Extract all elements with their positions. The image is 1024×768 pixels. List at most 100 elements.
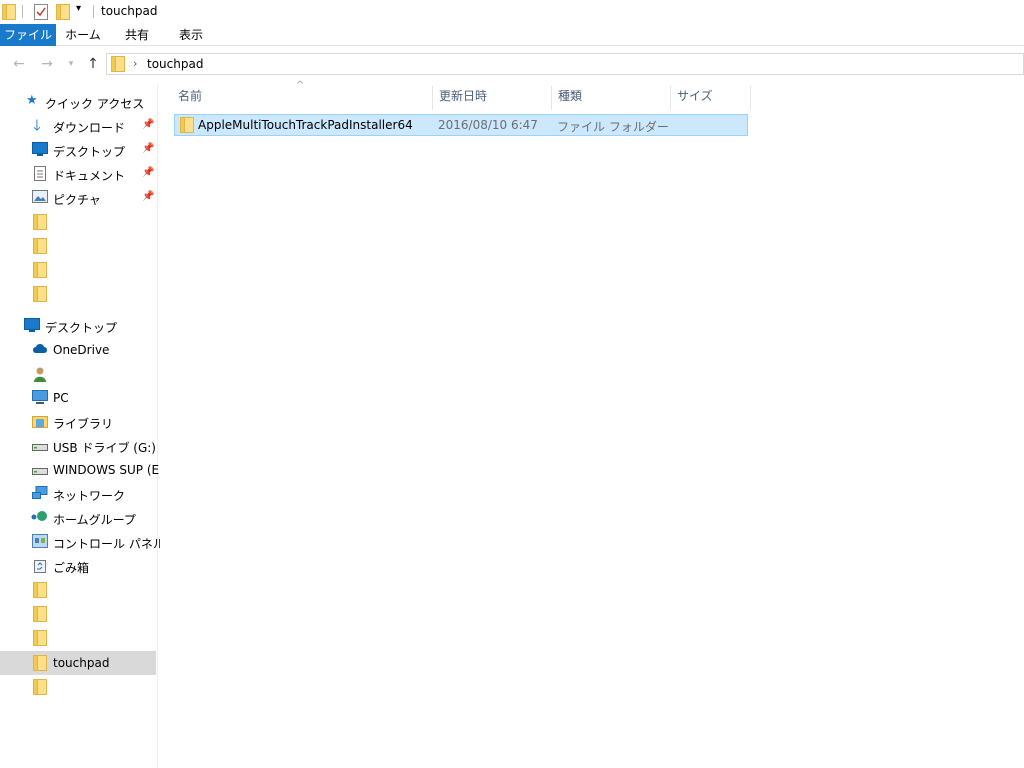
nav-item-documents[interactable]: ドキュメント 📌 — [0, 162, 156, 186]
properties-icon[interactable] — [34, 4, 48, 23]
nav-item-network[interactable]: ネットワーク — [0, 482, 156, 506]
document-icon — [34, 166, 46, 184]
nav-label: ネットワーク — [53, 489, 126, 503]
nav-item-recycle-bin[interactable]: ごみ箱 — [0, 554, 156, 578]
nav-item-onedrive[interactable]: OneDrive — [0, 338, 156, 362]
nav-item-folder[interactable] — [0, 626, 156, 650]
nav-item-folder[interactable] — [0, 578, 156, 602]
file-list: ^ 名前 更新日時 種類 サイズ AppleMultiTouchTrackPad… — [160, 80, 1024, 768]
network-icon — [32, 486, 48, 504]
file-date: 2016/08/10 6:47 — [438, 118, 538, 132]
nav-item-touchpad[interactable]: touchpad — [0, 651, 156, 675]
drive-icon — [32, 441, 48, 455]
nav-label: コントロール パネル — [53, 537, 165, 551]
back-arrow-icon[interactable]: ← — [10, 55, 28, 73]
folder-icon — [33, 655, 47, 674]
nav-item-folder[interactable] — [0, 675, 156, 699]
nav-quick-access[interactable]: ★ クイック アクセス — [0, 90, 156, 114]
nav-label: ピクチャ — [53, 193, 101, 207]
pin-icon[interactable]: 📌 — [142, 191, 154, 202]
nav-label: ホームグループ — [53, 513, 136, 527]
nav-item-downloads[interactable]: 🡓 ダウンロード 📌 — [0, 114, 156, 138]
nav-desktop-root[interactable]: デスクトップ — [0, 314, 156, 338]
drive-icon — [32, 465, 48, 479]
folder-icon — [33, 630, 47, 649]
nav-label: USB ドライブ (G:) — [53, 441, 156, 455]
navigation-pane: ★ クイック アクセス 🡓 ダウンロード 📌 デスクトップ 📌 ドキュメント 📌… — [0, 84, 168, 768]
nav-item-user[interactable] — [0, 362, 156, 386]
nav-item-folder[interactable] — [0, 602, 156, 626]
desktop-icon — [32, 142, 48, 159]
folder-icon — [180, 117, 194, 136]
nav-item-usb-drive[interactable]: USB ドライブ (G:) — [0, 434, 156, 458]
column-header-date[interactable]: 更新日時 — [433, 86, 552, 110]
folder-icon — [33, 286, 47, 305]
nav-item-library[interactable]: ライブラリ — [0, 410, 156, 434]
separator — [22, 5, 23, 18]
nav-item-desktop[interactable]: デスクトップ 📌 — [0, 138, 156, 162]
file-row[interactable]: AppleMultiTouchTrackPadInstaller64 2016/… — [174, 114, 748, 136]
tab-view[interactable]: 表示 — [164, 24, 218, 46]
folder-icon — [33, 238, 47, 257]
nav-item-folder[interactable] — [0, 282, 156, 306]
nav-item-control-panel[interactable]: コントロール パネル — [0, 530, 165, 554]
navigation-bar: ← → ▾ ↑ › touchpad — [0, 47, 1024, 81]
tab-share[interactable]: 共有 — [110, 24, 164, 46]
download-arrow-icon: 🡓 — [33, 116, 41, 134]
nav-item-folder[interactable] — [0, 210, 156, 234]
nav-label: ドキュメント — [53, 169, 126, 183]
folder-icon — [33, 606, 47, 625]
chevron-right-icon[interactable]: › — [133, 57, 137, 70]
nav-label: OneDrive — [53, 343, 110, 357]
up-arrow-icon[interactable]: ↑ — [84, 55, 102, 73]
tab-file[interactable]: ファイル — [0, 24, 56, 46]
nav-label: ごみ箱 — [53, 561, 90, 575]
folder-icon — [2, 4, 16, 23]
address-path[interactable]: touchpad — [147, 57, 203, 71]
homegroup-icon — [31, 510, 48, 527]
ribbon-tabs: ファイル ホーム 共有 表示 — [0, 24, 1024, 46]
address-bar[interactable]: › touchpad — [106, 53, 1024, 75]
folder-icon — [33, 582, 47, 601]
nav-item-pictures[interactable]: ピクチャ 📌 — [0, 186, 156, 210]
separator — [93, 5, 94, 18]
pin-icon[interactable]: 📌 — [142, 167, 154, 178]
tab-home[interactable]: ホーム — [56, 24, 110, 46]
customize-toolbar-icon[interactable]: ▾ — [76, 3, 81, 14]
nav-label: touchpad — [53, 656, 110, 670]
nav-item-pc[interactable]: PC — [0, 386, 156, 410]
nav-label: PC — [53, 391, 69, 405]
nav-label: ダウンロード — [53, 121, 126, 135]
nav-item-homegroup[interactable]: ホームグループ — [0, 506, 156, 530]
library-icon — [32, 414, 48, 431]
nav-item-windows-sup[interactable]: WINDOWS SUP (E:) — [0, 458, 168, 482]
nav-item-folder[interactable] — [0, 258, 156, 282]
title-bar: ▾ touchpad — [0, 0, 1024, 24]
folder-icon — [33, 262, 47, 281]
pin-icon[interactable]: 📌 — [142, 119, 154, 130]
control-panel-icon — [32, 534, 48, 551]
folder-icon — [33, 214, 47, 233]
window-title: touchpad — [101, 4, 158, 18]
nav-label: クイック アクセス — [45, 97, 145, 111]
star-icon: ★ — [26, 93, 38, 108]
nav-label: ライブラリ — [53, 417, 114, 431]
column-header-name[interactable]: 名前 — [172, 86, 433, 110]
desktop-icon — [24, 318, 40, 335]
nav-label: デスクトップ — [53, 145, 126, 159]
column-header-size[interactable]: サイズ — [671, 86, 751, 110]
cloud-icon — [32, 342, 49, 357]
new-folder-icon[interactable] — [56, 4, 70, 23]
folder-icon — [111, 56, 125, 75]
recycle-bin-icon — [33, 558, 47, 576]
pin-icon[interactable]: 📌 — [142, 143, 154, 154]
file-name: AppleMultiTouchTrackPadInstaller64 — [198, 118, 413, 132]
nav-label: WINDOWS SUP (E:) — [53, 463, 168, 477]
computer-icon — [32, 390, 48, 407]
nav-item-folder[interactable] — [0, 234, 156, 258]
recent-locations-icon[interactable]: ▾ — [62, 55, 80, 73]
picture-icon — [32, 190, 48, 206]
user-icon — [33, 366, 47, 385]
column-header-type[interactable]: 種類 — [552, 86, 671, 110]
forward-arrow-icon[interactable]: → — [38, 55, 56, 73]
